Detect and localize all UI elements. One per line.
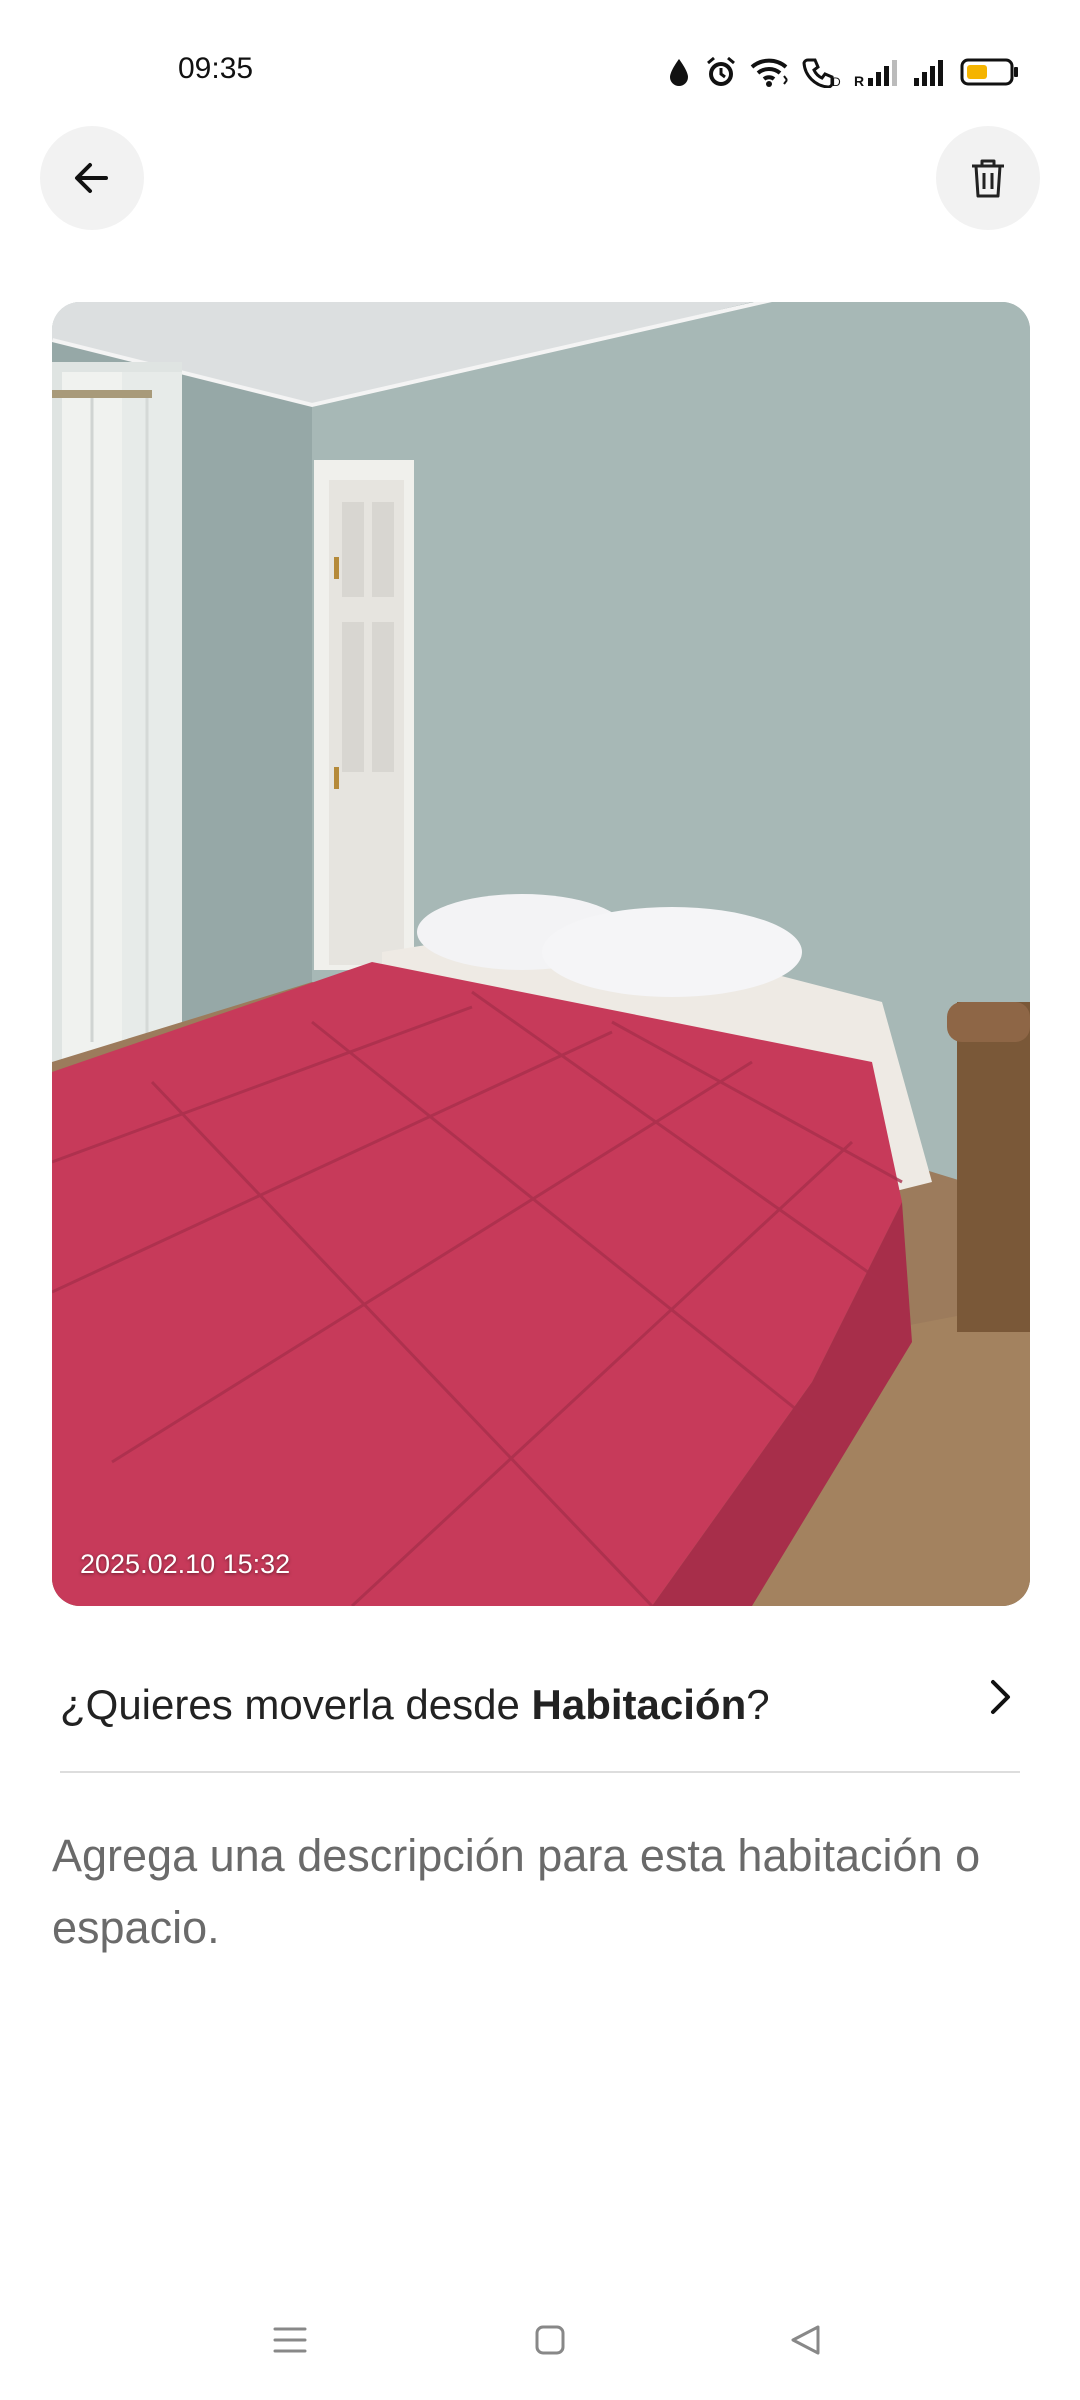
back-nav-button[interactable] — [776, 2310, 836, 2370]
battery-low-icon — [960, 58, 1018, 86]
menu-icon — [273, 2327, 307, 2353]
back-triangle-icon — [791, 2325, 820, 2355]
home-button[interactable] — [520, 2310, 580, 2370]
move-room-suffix: ? — [746, 1681, 770, 1728]
status-icons: D R — [666, 52, 1020, 92]
move-room-prefix: ¿Quieres moverla desde — [60, 1681, 532, 1728]
wifi-icon — [750, 58, 788, 87]
trash-icon — [972, 159, 1004, 198]
alarm-icon — [707, 56, 735, 86]
volte-call-icon: D — [802, 58, 841, 88]
move-room-row[interactable]: ¿Quieres moverla desde Habitación? — [60, 1640, 1020, 1770]
move-room-name: Habitación — [531, 1681, 747, 1728]
bedroom-image — [52, 302, 1030, 1606]
data-saver-icon — [670, 59, 688, 86]
bedroom-photo[interactable]: 2025.02.10 15:32 — [52, 302, 1030, 1606]
status-bar: 09:35 D R — [0, 0, 1080, 140]
svg-text:D: D — [832, 75, 841, 88]
signal-icon — [914, 60, 943, 86]
chevron-right-icon — [991, 1680, 1010, 1714]
description-field[interactable]: Agrega una descripción para esta habitac… — [52, 1820, 1012, 1964]
signal-roaming-icon: R — [854, 60, 897, 88]
arrow-left-icon — [75, 163, 108, 193]
status-time: 09:35 — [178, 52, 254, 85]
photo-timestamp: 2025.02.10 15:32 — [80, 1549, 291, 1579]
recent-apps-button[interactable] — [260, 2310, 320, 2370]
svg-text:R: R — [854, 73, 864, 88]
divider — [60, 1771, 1020, 1773]
system-nav-bar — [0, 2280, 1080, 2400]
back-button[interactable] — [40, 126, 144, 230]
home-square-icon — [535, 2325, 565, 2355]
move-room-text: ¿Quieres moverla desde Habitación? — [60, 1681, 770, 1729]
delete-button[interactable] — [936, 126, 1040, 230]
